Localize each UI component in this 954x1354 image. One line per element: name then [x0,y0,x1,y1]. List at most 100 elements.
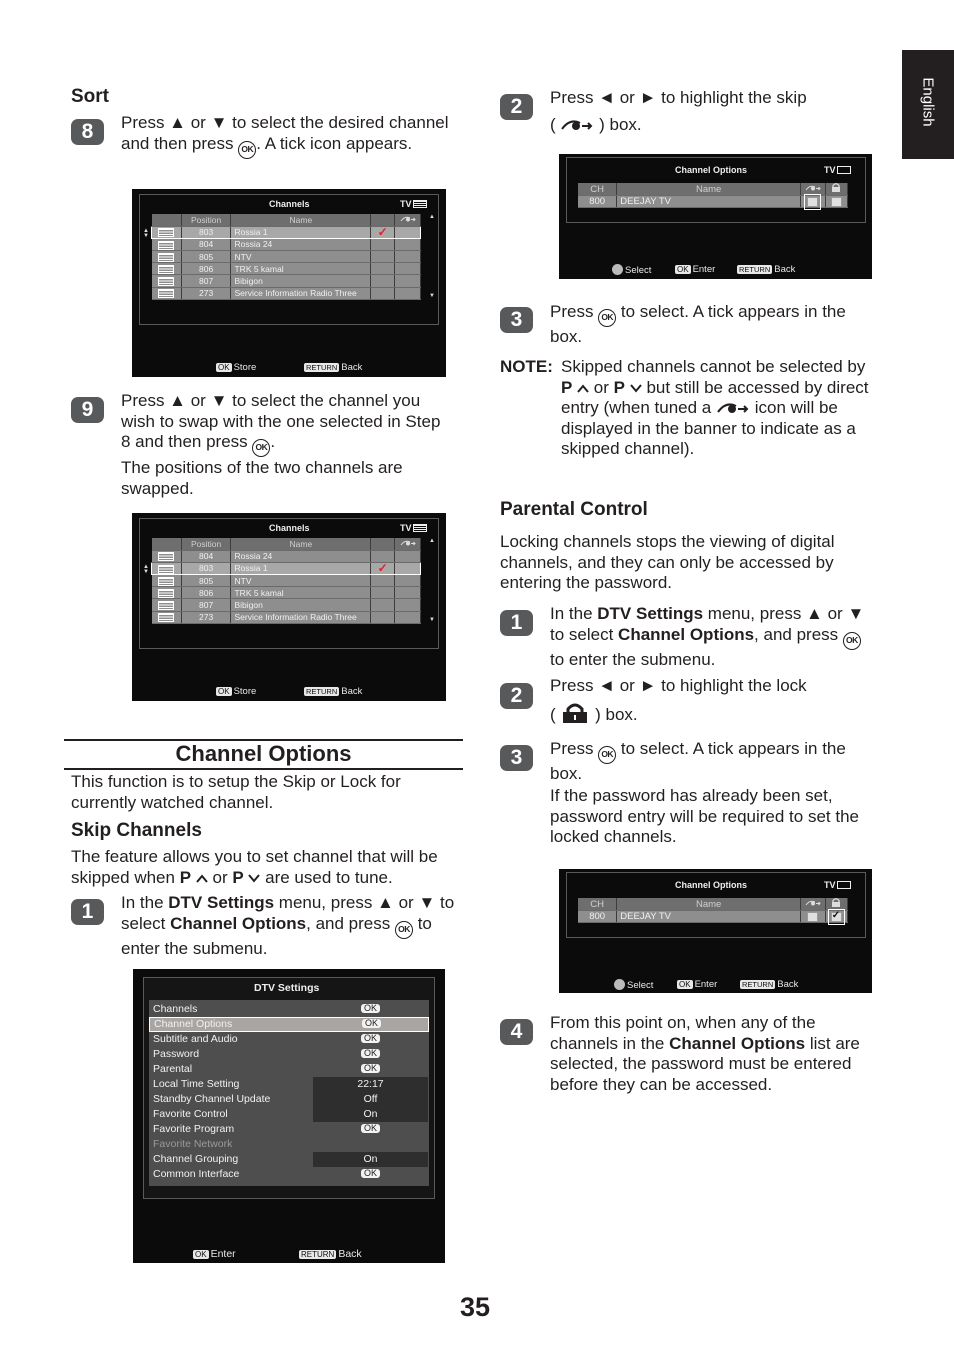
ok-button-icon: OK [598,746,617,764]
dtv-menu-item[interactable]: Favorite Program OK [149,1122,429,1137]
channel-row[interactable]: 807 Bibigon [151,598,421,612]
channel-position: 273 [181,611,232,624]
skip-checkbox[interactable] [807,911,819,922]
channel-list-icon [158,601,175,611]
channel-row[interactable]: 273 Service Information Radio Three [151,611,421,624]
parental-intro: Locking channels stops the viewing of di… [500,532,835,592]
footer-select: Select [612,264,651,276]
channel-row[interactable]: 800 DEEJAY TV [578,193,849,210]
dtv-menu-label: Channel Grouping [153,1153,239,1165]
dtv-menu-item[interactable]: Subtitle and Audio OK [149,1032,429,1047]
channel-position: 806 [181,586,232,600]
footer-select: Select [614,979,653,991]
channel-list-icon [158,588,175,598]
tv-icon [836,166,851,174]
channel-name: TRK 5 kamal [230,586,372,600]
move-updown-icon: ▲ ▼ [143,564,149,575]
parental-step-2-text: Press ◄ or ► to highlight the lock ( ) b… [550,676,807,724]
step-badge-1: 1 [500,610,533,636]
channel-position: 807 [181,274,232,288]
channel-name: Rossia 24 [230,550,372,563]
channel-row[interactable]: 273 Service Information Radio Three [151,287,421,300]
channel-name: NTV [230,574,372,588]
channel-row[interactable]: 805 NTV [151,250,421,264]
lock-checkbox[interactable] [827,908,845,925]
skip-channels-text: The feature allows you to set channel th… [71,847,438,887]
chevron-up-icon [195,872,208,884]
channel-row[interactable]: 800 DEEJAY TV [578,908,849,925]
channels-table: Position Name 804 Rossia 24 803 Rossia 1 ✓ 80… [151,538,421,624]
chevron-up-icon [577,382,589,394]
dtv-menu-item[interactable]: Password OK [149,1047,429,1062]
tv-list-icon [412,200,427,208]
step-badge-3: 3 [500,307,533,333]
scroll-down-icon[interactable]: ▼ [429,293,435,299]
note-label: NOTE: [500,357,553,376]
dtv-menu-item[interactable]: Channel Options OK [149,1017,429,1032]
dtv-menu-item[interactable]: Channel Grouping On [149,1152,429,1167]
scroll-up-icon[interactable]: ▲ [429,538,435,544]
channel-row[interactable]: 803 Rossia 1 ✓ [151,560,421,576]
channel-position: 803 [181,561,232,576]
table-header: Position Name [151,538,421,551]
skip-icon [805,185,821,190]
skip-icon [805,900,821,905]
lock-icon [560,703,590,723]
skip-icon [716,400,750,414]
sort-step-9-note: The positions of the two channels are sw… [121,458,403,498]
channel-row[interactable]: 806 TRK 5 kamal [151,262,421,276]
tick-icon: ✓ [377,224,388,239]
channel-options-screen-skip: Channel Options TV CH Name 800 DEEJAY TV… [559,154,872,279]
channel-row[interactable]: 807 Bibigon [151,274,421,288]
channel-options-table: CH Name 800 DEEJAY TV [578,183,849,210]
channel-name: Bibigon [230,274,372,288]
channel-position: 807 [181,598,232,612]
sort-heading: Sort [71,86,109,107]
skip-step-1-text: In the DTV Settings menu, press ▲ or ▼ t… [121,893,455,958]
channel-row[interactable]: 805 NTV [151,574,421,588]
scroll-down-icon[interactable]: ▼ [429,617,435,623]
channel-row[interactable]: 806 TRK 5 kamal [151,586,421,600]
step-badge-1: 1 [71,899,104,925]
parental-step-3-note: If the password has already been set, pa… [550,786,859,846]
dtv-menu-item[interactable]: Common Interface OK [149,1167,429,1182]
tick-icon: ✓ [377,560,388,575]
footer-enter: OK Enter [677,979,718,990]
channel-row[interactable]: 803 Rossia 1 ✓ [151,224,421,239]
screen-title: DTV Settings [254,982,320,994]
ok-badge: OK [360,1064,380,1073]
setting-value: 22:17 [313,1077,428,1092]
dtv-menu-item[interactable]: Channels OK [149,1002,429,1017]
lock-checkbox[interactable] [830,196,842,207]
scroll-up-icon[interactable]: ▲ [429,214,435,220]
screen-title: Channel Options [675,165,747,175]
channel-options-heading: Channel Options [175,741,352,766]
channel-position: 803 [181,225,232,239]
parental-step-1-text: In the DTV Settings menu, press ▲ or ▼ t… [550,604,865,669]
skip-checkbox[interactable] [804,193,822,210]
dtv-settings-screen: DTV Settings Channels OK Channel Options OK… [133,969,445,1263]
page-number: 35 [460,1292,491,1322]
channel-row[interactable]: 804 Rossia 24 [151,238,421,252]
setting-value: Off [313,1092,428,1107]
language-tab-label: English [919,77,937,127]
dtv-menu-label: Subtitle and Audio [153,1033,238,1045]
channel-list-icon [158,552,175,562]
channels-table: Position Name 803 Rossia 1 ✓ 804 Rossia 24 80… [151,214,421,300]
screen-title: Channels [269,523,310,533]
channel-options-screen-lock: Channel Options TV CH Name 800 DEEJAY TV… [559,869,872,993]
dtv-menu-item[interactable]: Standby Channel Update Off [149,1092,429,1107]
channel-name: TRK 5 kamal [230,262,372,276]
language-tab: English [902,50,954,159]
dtv-menu-item[interactable]: Local Time Setting 22:17 [149,1077,429,1092]
dtv-menu-item[interactable]: Favorite Control On [149,1107,429,1122]
dtv-menu-item[interactable]: Parental OK [149,1062,429,1077]
step-badge-2: 2 [500,94,533,120]
dtv-settings-list: Channels OK Channel Options OK Subtitle and … [149,1000,429,1186]
ok-button-icon: OK [238,140,257,159]
footer-enter: OK Enter [675,264,716,275]
skip-icon [400,540,416,546]
dtv-menu-label: Favorite Control [153,1108,228,1120]
dtv-menu-label: Standby Channel Update [153,1093,271,1105]
channel-list-icon [158,252,175,262]
